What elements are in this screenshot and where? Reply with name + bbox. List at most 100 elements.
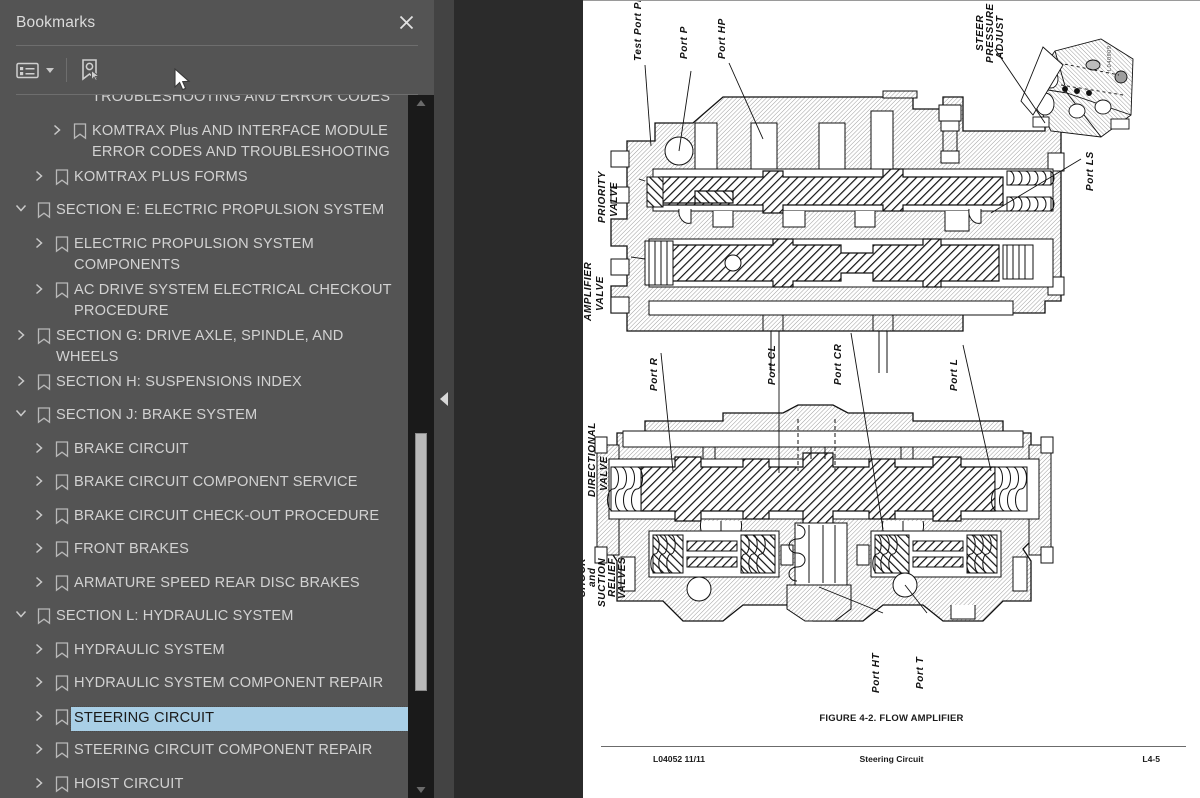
new-bookmark-icon[interactable] [79,53,101,87]
callout-amplifier-valve-2: VALVE [595,276,606,311]
bookmark-item-label[interactable]: KOMTRAX Plus AND INTERFACE MODULE ERROR … [92,121,408,163]
callout-steer-pressure-adjust-3: ADJUST [995,15,1006,60]
drawing-code: L040909 [1107,45,1113,71]
list-options-icon[interactable] [16,53,56,87]
chevron-right-icon[interactable] [28,539,50,554]
bookmark-item-label[interactable]: TROUBLESHOOTING AND ERROR CODES [92,95,398,108]
bookmark-item-label[interactable]: HOIST CIRCUIT [74,774,192,795]
bookmark-icon [32,405,56,424]
bookmark-item-label[interactable]: BRAKE CIRCUIT [74,439,197,460]
callout-port-r: Port R [649,357,660,391]
bookmark-icon [50,167,74,186]
bookmark-item-label[interactable]: HYDRAULIC SYSTEM [74,640,233,661]
callout-port-p: Port P [679,26,690,59]
chevron-right-icon[interactable] [28,740,50,755]
collapse-left-icon[interactable] [440,392,448,406]
bookmark-item-label[interactable]: AC DRIVE SYSTEM ELECTRICAL CHECKOUT PROC… [74,280,408,322]
bookmark-item[interactable]: BRAKE CIRCUIT [0,435,408,469]
bookmark-item[interactable]: ELECTRIC PROPULSION SYSTEM COMPONENTS [0,230,408,276]
bookmark-item-label[interactable]: SECTION E: ELECTRIC PROPULSION SYSTEM [56,200,392,221]
bookmark-icon [32,326,56,345]
bookmark-item[interactable]: SECTION J: BRAKE SYSTEM [0,401,408,435]
bookmark-item[interactable]: HYDRAULIC SYSTEM COMPONENT REPAIR [0,669,408,703]
pdf-page: Test Port PP Port P Port HP STEER PRESSU… [583,0,1200,798]
bookmark-item[interactable]: AC DRIVE SYSTEM ELECTRICAL CHECKOUT PROC… [0,276,408,322]
bookmark-item[interactable]: SECTION E: ELECTRIC PROPULSION SYSTEM [0,196,408,230]
chevron-right-icon[interactable] [28,439,50,454]
footer-section-title: Steering Circuit [859,754,924,764]
chevron-right-icon[interactable] [28,774,50,789]
bookmark-item[interactable]: ARMATURE SPEED REAR DISC BRAKES [0,569,408,603]
bookmark-item-label[interactable]: SECTION G: DRIVE AXLE, SPINDLE, AND WHEE… [56,326,408,368]
bookmark-item[interactable]: STEERING CIRCUIT COMPONENT REPAIR [0,736,408,770]
bookmark-item-label[interactable]: ARMATURE SPEED REAR DISC BRAKES [74,573,368,594]
bookmark-item[interactable]: BRAKE CIRCUIT COMPONENT SERVICE [0,468,408,502]
chevron-right-icon[interactable] [28,167,50,182]
chevron-right-icon[interactable] [10,326,32,341]
bookmark-icon [50,472,74,491]
bookmark-item[interactable]: HYDRAULIC SYSTEM [0,636,408,670]
callout-port-cl: Port CL [767,345,778,385]
bookmark-icon [32,200,56,219]
bookmark-item-label[interactable]: SECTION H: SUSPENSIONS INDEX [56,372,310,393]
bookmark-item-label[interactable]: SECTION J: BRAKE SYSTEM [56,405,265,426]
bookmark-item[interactable]: SECTION H: SUSPENSIONS INDEX [0,368,408,402]
bookmark-item[interactable]: HOIST CIRCUIT [0,770,408,798]
bookmark-icon [32,372,56,391]
callout-port-ls: Port LS [1085,151,1096,191]
bookmarks-tree: TROUBLESHOOTING AND ERROR CODES KOMTRAX P… [0,95,409,798]
bookmark-item-label[interactable]: BRAKE CIRCUIT CHECK-OUT PROCEDURE [74,506,387,527]
callout-amplifier-valve: AMPLIFIER [583,262,594,322]
bookmarks-scrollbar[interactable] [408,95,434,798]
bookmark-item-label[interactable]: BRAKE CIRCUIT COMPONENT SERVICE [74,472,366,493]
bookmark-item[interactable]: BRAKE CIRCUIT CHECK-OUT PROCEDURE [0,502,408,536]
bookmark-item[interactable]: KOMTRAX Plus AND INTERFACE MODULE ERROR … [0,117,408,163]
bookmark-item-label[interactable]: STEERING CIRCUIT COMPONENT REPAIR [74,740,380,761]
bookmark-icon [68,121,92,140]
chevron-right-icon[interactable] [28,280,50,295]
chevron-down-icon[interactable] [10,405,32,418]
bookmark-icon [50,740,74,759]
bookmark-item[interactable]: FRONT BRAKES [0,535,408,569]
bookmark-item-label[interactable]: SECTION L: HYDRAULIC SYSTEM [56,606,302,627]
chevron-down-icon[interactable] [10,200,32,213]
callout-port-t: Port T [915,656,926,689]
bookmarks-tree-container: TROUBLESHOOTING AND ERROR CODES KOMTRAX P… [0,95,434,798]
bookmarks-panel: Bookmarks TROUBLESHOOTING AND ERROR CODE… [0,0,434,798]
chevron-right-icon[interactable] [10,372,32,387]
chevron-right-icon[interactable] [46,121,68,136]
bookmark-item[interactable]: SECTION G: DRIVE AXLE, SPINDLE, AND WHEE… [0,322,408,368]
panel-collapse-handle[interactable] [434,0,454,798]
scroll-up-icon[interactable] [408,95,434,111]
bookmark-item-selected[interactable]: STEERING CIRCUIT [0,703,409,737]
page-footer: L04052 11/11 Steering Circuit L4-5 [583,754,1200,772]
pdf-reader-window: Bookmarks TROUBLESHOOTING AND ERROR CODE… [0,0,1200,798]
bookmark-icon [50,280,74,299]
document-viewport[interactable]: Test Port PP Port P Port HP STEER PRESSU… [454,0,1200,798]
chevron-right-icon[interactable] [28,673,50,688]
toolbar-divider [66,58,67,82]
chevron-down-icon[interactable] [46,67,54,73]
chevron-right-icon[interactable] [28,234,50,249]
callout-valves: VALVES [617,557,628,599]
bookmark-item-label[interactable]: FRONT BRAKES [74,539,197,560]
chevron-right-icon[interactable] [28,506,50,521]
chevron-right-icon[interactable] [28,573,50,588]
chevron-down-icon[interactable] [10,606,32,619]
chevron-right-icon[interactable] [28,707,50,722]
chevron-right-icon[interactable] [28,640,50,655]
chevron-right-icon[interactable] [28,472,50,487]
scroll-down-icon[interactable] [408,782,434,798]
callout-port-hp: Port HP [717,18,728,59]
bookmark-icon [50,539,74,558]
bookmark-item-label[interactable]: ELECTRIC PROPULSION SYSTEM COMPONENTS [74,234,408,276]
bookmark-item-label[interactable]: HYDRAULIC SYSTEM COMPONENT REPAIR [74,673,391,694]
bookmark-item[interactable]: KOMTRAX PLUS FORMS [0,163,408,197]
bookmark-item[interactable]: SECTION L: HYDRAULIC SYSTEM [0,602,408,636]
bookmark-item-label[interactable]: KOMTRAX PLUS FORMS [74,167,256,188]
bookmark-item-label[interactable]: STEERING CIRCUIT [70,705,409,732]
bookmark-item[interactable]: TROUBLESHOOTING AND ERROR CODES [0,95,408,117]
close-icon[interactable] [392,9,420,35]
callout-port-cr: Port CR [833,343,844,385]
scrollbar-thumb[interactable] [415,433,427,691]
